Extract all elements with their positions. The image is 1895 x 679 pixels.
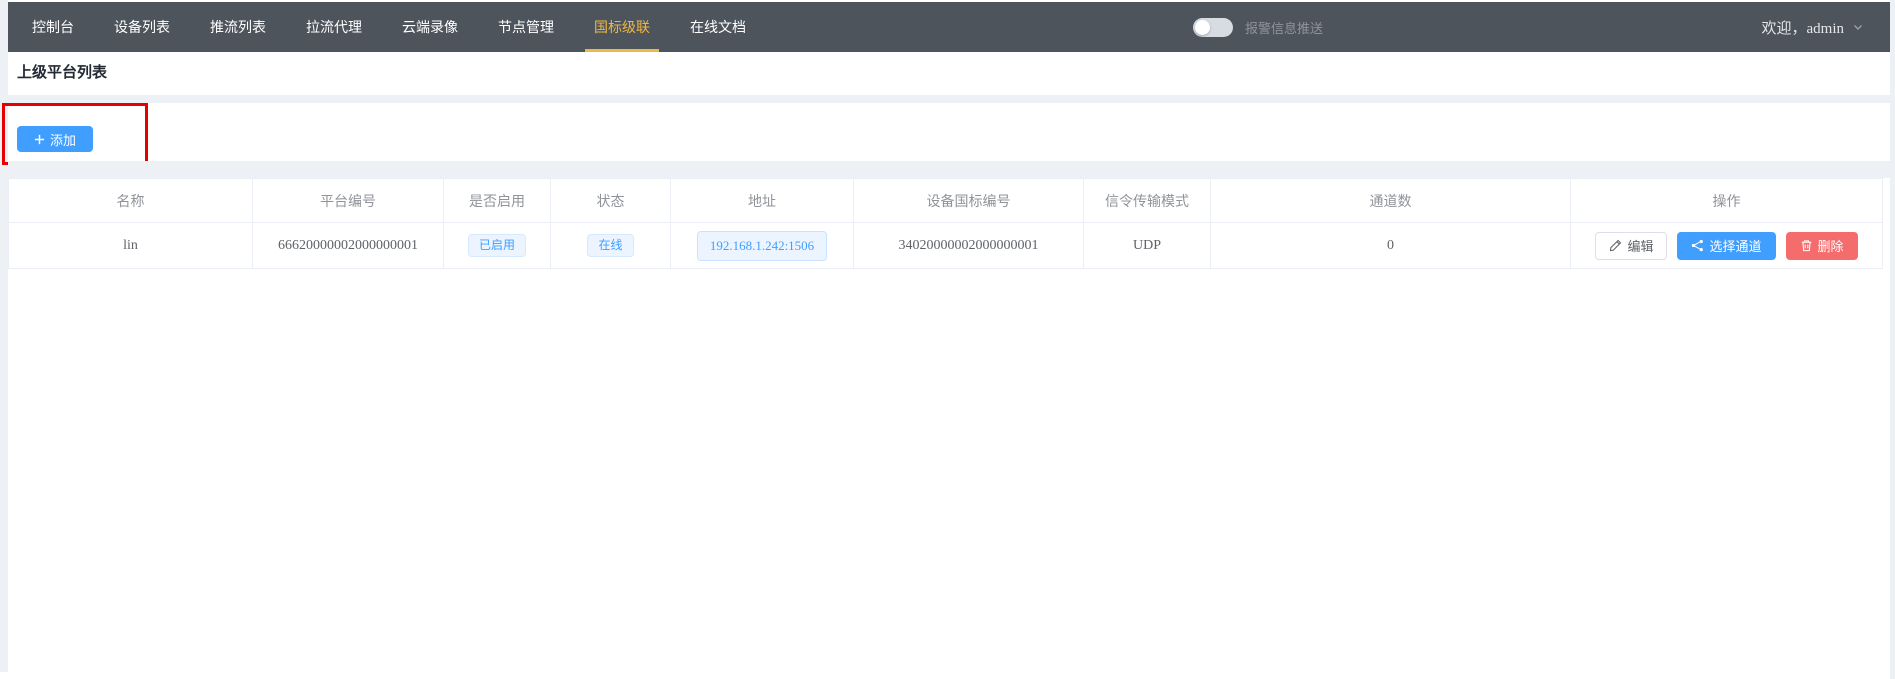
nav-item-cloud-record[interactable]: 云端录像 <box>402 2 458 52</box>
page-right-gutter <box>1890 0 1895 679</box>
nav-menu: 控制台 设备列表 推流列表 拉流代理 云端录像 节点管理 国标级联 在线文档 <box>8 2 746 52</box>
col-header-address: 地址 <box>671 179 854 223</box>
address-chip: 192.168.1.242:1506 <box>697 231 827 261</box>
col-header-enabled: 是否启用 <box>444 179 551 223</box>
chevron-down-icon <box>1852 21 1864 33</box>
col-header-channel-count: 通道数 <box>1211 179 1571 223</box>
col-header-transport-mode: 信令传输模式 <box>1084 179 1211 223</box>
page-left-gutter <box>0 0 8 672</box>
col-header-device-gb-id: 设备国标编号 <box>854 179 1084 223</box>
col-header-platform-id: 平台编号 <box>253 179 444 223</box>
page-title: 上级平台列表 <box>17 61 107 82</box>
nav-item-online-docs[interactable]: 在线文档 <box>690 2 746 52</box>
select-channel-button-label: 选择通道 <box>1709 236 1761 255</box>
divider-band <box>8 161 1890 178</box>
cell-address: 192.168.1.242:1506 <box>671 223 854 269</box>
cell-device-gb-id: 34020000002000000001 <box>854 223 1084 269</box>
cell-operations: 编辑 选择通道 删除 <box>1571 223 1883 269</box>
nav-item-node-manage[interactable]: 节点管理 <box>498 2 554 52</box>
add-button-label: 添加 <box>50 130 76 149</box>
enabled-badge: 已启用 <box>468 234 526 258</box>
nav-item-push-list[interactable]: 推流列表 <box>210 2 266 52</box>
col-header-status: 状态 <box>551 179 671 223</box>
table-row: lin 66620000002000000001 已启用 在线 192.168.… <box>9 223 1883 269</box>
nav-item-console[interactable]: 控制台 <box>32 2 74 52</box>
cell-status: 在线 <box>551 223 671 269</box>
cell-channel-count: 0 <box>1211 223 1571 269</box>
status-badge: 在线 <box>587 234 633 258</box>
alarm-push-group: 报警信息推送 <box>1193 2 1323 52</box>
top-navbar: 控制台 设备列表 推流列表 拉流代理 云端录像 节点管理 国标级联 在线文档 报… <box>8 2 1890 52</box>
platform-table: 名称 平台编号 是否启用 状态 地址 设备国标编号 信令传输模式 通道数 操作 … <box>8 178 1882 269</box>
table-header-row: 名称 平台编号 是否启用 状态 地址 设备国标编号 信令传输模式 通道数 操作 <box>9 179 1883 223</box>
edit-button-label: 编辑 <box>1627 236 1653 255</box>
share-icon <box>1691 239 1704 252</box>
plus-icon <box>34 134 45 145</box>
col-header-name: 名称 <box>9 179 253 223</box>
row-actions: 编辑 选择通道 删除 <box>1572 232 1881 260</box>
cell-platform-id: 66620000002000000001 <box>253 223 444 269</box>
welcome-text: 欢迎，admin <box>1762 17 1845 38</box>
cell-name: lin <box>9 223 253 269</box>
divider-band <box>8 95 1890 103</box>
delete-button[interactable]: 删除 <box>1786 232 1858 260</box>
alarm-push-label: 报警信息推送 <box>1245 18 1323 37</box>
alarm-push-toggle[interactable] <box>1193 18 1233 37</box>
add-button[interactable]: 添加 <box>17 126 93 152</box>
user-menu[interactable]: 欢迎，admin <box>1762 2 1865 52</box>
nav-item-device-list[interactable]: 设备列表 <box>114 2 170 52</box>
pencil-icon <box>1609 239 1622 252</box>
delete-button-label: 删除 <box>1818 236 1844 255</box>
col-header-operations: 操作 <box>1571 179 1883 223</box>
select-channel-button[interactable]: 选择通道 <box>1677 232 1775 260</box>
edit-button[interactable]: 编辑 <box>1595 232 1667 260</box>
cell-enabled: 已启用 <box>444 223 551 269</box>
cell-transport-mode: UDP <box>1084 223 1211 269</box>
nav-item-gb-cascade[interactable]: 国标级联 <box>594 2 650 52</box>
nav-item-pull-proxy[interactable]: 拉流代理 <box>306 2 362 52</box>
toggle-knob <box>1195 20 1210 35</box>
trash-icon <box>1800 239 1813 252</box>
